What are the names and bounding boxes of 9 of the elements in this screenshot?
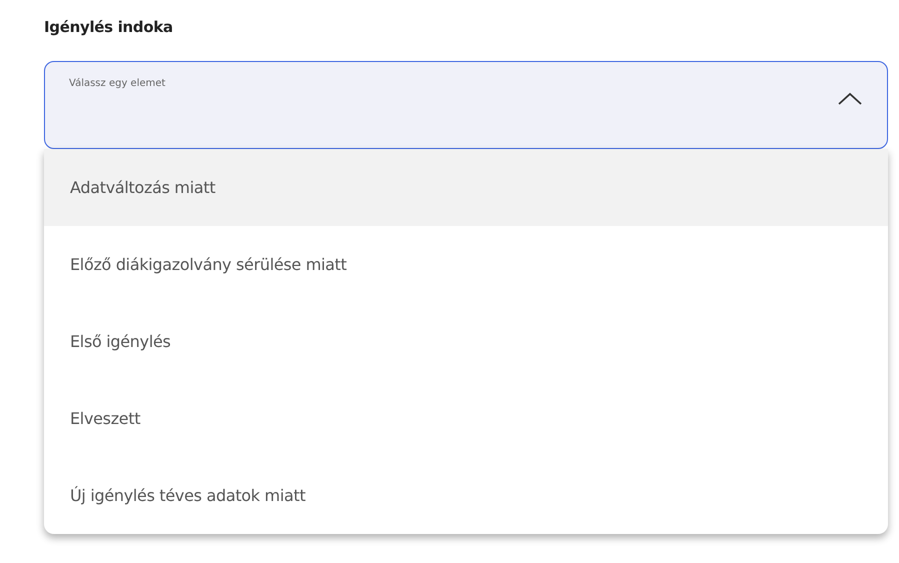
dropdown-option[interactable]: Új igénylés téves adatok miatt (44, 457, 888, 534)
placeholder: Válassz egy elemet (69, 77, 166, 91)
dropdown-option[interactable]: Elveszett (44, 380, 888, 457)
field-label: Igénylés indoka (44, 17, 174, 38)
chevron-up-icon (837, 92, 863, 106)
dropdown-option[interactable]: Adatváltozás miatt (44, 149, 888, 226)
dropdown-option[interactable]: Előző diákigazolvány sérülése miatt (44, 226, 888, 303)
dropdown-field[interactable]: Válassz egy elemet (44, 61, 888, 149)
dropdown-option[interactable]: Első igénylés (44, 303, 888, 380)
